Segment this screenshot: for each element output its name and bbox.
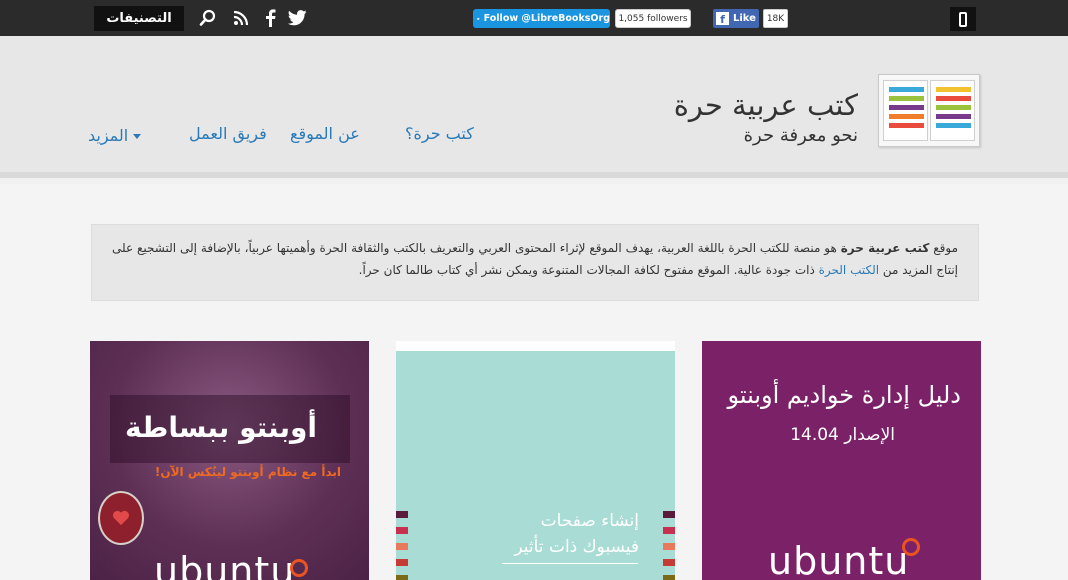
top-bar: التصنيفات Follow @LibreBooksOrg 1,055 fo… xyxy=(0,0,1068,36)
intro-free-books-link[interactable]: الكتب الحرة xyxy=(819,263,879,277)
badge-seal xyxy=(98,491,144,545)
categories-label: التصنيفات xyxy=(106,11,172,26)
site-header: كتب عربية حرة نحو معرفة حرة كتب حرة؟ عن … xyxy=(0,36,1068,178)
twitter-followers-count[interactable]: 1,055 followers xyxy=(615,9,691,28)
facebook-like-button[interactable]: f Like xyxy=(713,9,759,28)
mobile-menu-button[interactable] xyxy=(950,7,976,31)
intro-prefix: موقع xyxy=(929,241,958,255)
book-subtitle: ابدأ مع نظام أوبنتو لينُكس الآن! xyxy=(154,465,341,479)
book-title-line-1: إنشاء صفحات xyxy=(540,511,639,531)
mobile-menu-icon xyxy=(959,11,967,27)
book-card-ubuntu-server[interactable]: دليل إدارة خواديم أوبنتو الإصدار 14.04 u… xyxy=(702,341,981,580)
site-logo[interactable] xyxy=(878,74,980,147)
logo-page-left xyxy=(883,80,928,141)
nav-free-books[interactable]: كتب حرة؟ xyxy=(405,124,474,146)
book-edition: الإصدار 14.04 xyxy=(790,425,895,445)
twitter-follow-label: Follow @LibreBooksOrg xyxy=(483,13,610,24)
book-title-line-2: فيسبوك ذات تأثير xyxy=(514,537,639,557)
nav-about[interactable]: عن الموقع xyxy=(290,124,360,146)
ubuntu-logo-icon xyxy=(290,559,308,577)
ubuntu-brand: ubuntu xyxy=(154,549,296,580)
nav-more[interactable]: المزيد xyxy=(88,124,142,146)
facebook-likes-count: 18K xyxy=(763,9,788,28)
rss-icon[interactable] xyxy=(231,8,251,28)
nav-team[interactable]: فريق العمل xyxy=(189,124,267,146)
facebook-logo-icon: f xyxy=(716,12,729,25)
site-title[interactable]: كتب عربية حرة xyxy=(600,88,858,128)
search-icon[interactable] xyxy=(198,8,218,28)
facebook-icon[interactable] xyxy=(260,8,280,28)
book-title: دليل إدارة خواديم أوبنتو xyxy=(727,381,961,409)
heart-icon xyxy=(113,510,129,526)
book-title: أوبنتو ببساطة xyxy=(125,411,317,444)
ubuntu-brand: ubuntu xyxy=(768,539,910,580)
title-divider xyxy=(502,563,638,564)
book-card-ubuntu-simply[interactable]: أوبنتو ببساطة ابدأ مع نظام أوبنتو لينُكس… xyxy=(90,341,369,580)
twitter-followers-text: 1,055 followers xyxy=(618,13,688,24)
nav-more-label: المزيد xyxy=(88,125,129,145)
twitter-bird-icon xyxy=(477,17,480,20)
twitter-icon[interactable] xyxy=(287,8,307,28)
caret-down-icon xyxy=(133,133,142,139)
book-card-facebook-pages[interactable]: إنشاء صفحات فيسبوك ذات تأثير xyxy=(396,341,675,580)
intro-box: موقع كتب عربية حرة هو منصة للكتب الحرة ب… xyxy=(91,224,979,301)
facebook-like-label: Like xyxy=(733,13,756,24)
site-tagline: نحو معرفة حرة xyxy=(743,125,858,146)
categories-button[interactable]: التصنيفات xyxy=(94,6,184,31)
intro-text-2: ذات جودة عالية. الموقع مفتوح لكافة المجا… xyxy=(358,263,819,277)
ubuntu-logo-icon xyxy=(902,538,920,556)
facebook-likes-text: 18K xyxy=(766,13,785,24)
twitter-follow-button[interactable]: Follow @LibreBooksOrg xyxy=(473,9,610,28)
main-content: موقع كتب عربية حرة هو منصة للكتب الحرة ب… xyxy=(0,184,1068,580)
intro-site-name: كتب عربية حرة xyxy=(840,241,930,255)
logo-page-right xyxy=(930,80,975,141)
